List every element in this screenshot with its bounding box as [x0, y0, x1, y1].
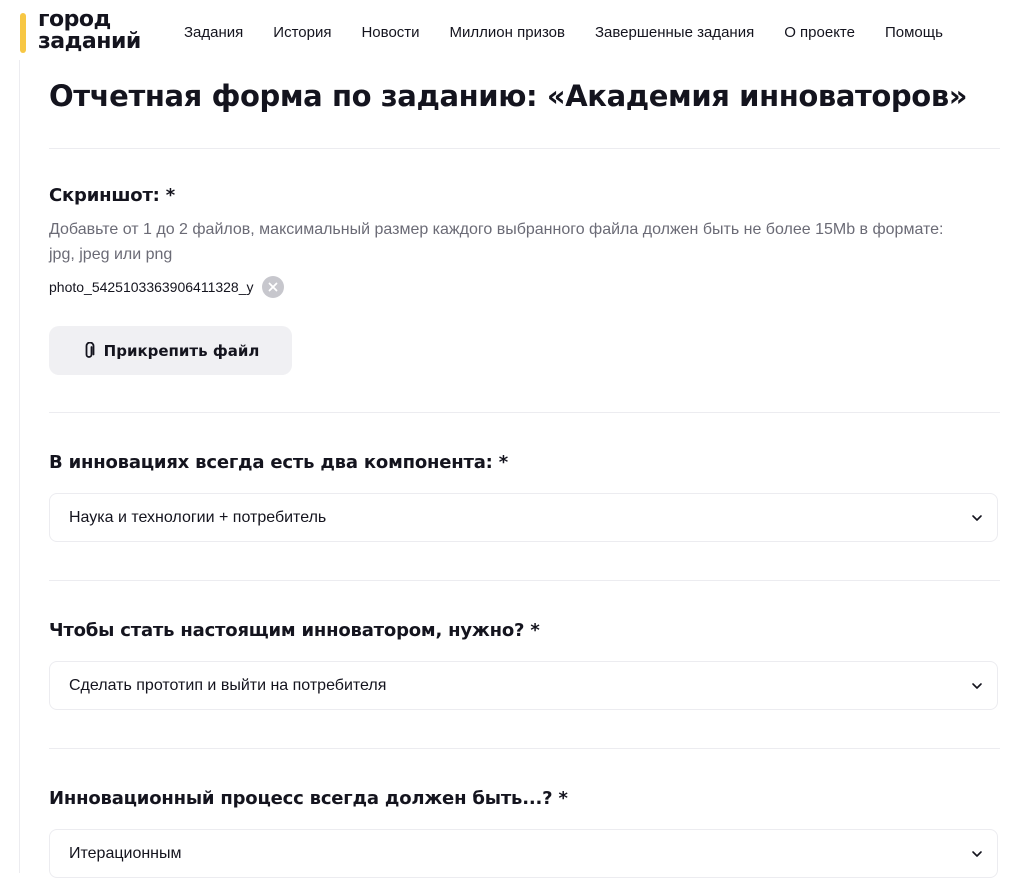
logo-line-2: заданий: [38, 29, 141, 54]
nav-item-history[interactable]: История: [273, 24, 331, 41]
attached-file: photo_5425103363906411328_y: [49, 276, 284, 298]
logo-line-1: город: [38, 7, 111, 32]
attach-file-label: Прикрепить файл: [103, 341, 260, 360]
question-2-select[interactable]: Сделать прототип и выйти на потребителя: [49, 661, 998, 710]
nav-item-help[interactable]: Помощь: [885, 24, 943, 41]
question-3-select[interactable]: Итерационным: [49, 829, 998, 878]
logo-accent-bar: [20, 13, 26, 53]
question-2-label: Чтобы стать настоящим инноватором, нужно…: [49, 620, 540, 641]
screenshot-label: Скриншот: *: [49, 185, 175, 206]
nav-item-tasks[interactable]: Задания: [184, 24, 243, 41]
logo[interactable]: город заданий: [20, 9, 141, 55]
screenshot-hint-line-1: Добавьте от 1 до 2 файлов, максимальный …: [49, 221, 944, 238]
paperclip-icon: [85, 341, 95, 358]
page-title: Отчетная форма по заданию: «Академия инн…: [49, 79, 968, 113]
main-nav: Задания История Новости Миллион призов З…: [184, 24, 973, 41]
divider: [49, 148, 1000, 149]
nav-item-completed-tasks[interactable]: Завершенные задания: [595, 24, 754, 41]
chevron-down-icon: [972, 682, 982, 689]
nav-item-about[interactable]: О проекте: [784, 24, 855, 41]
divider: [49, 748, 1000, 749]
close-icon: [268, 282, 277, 292]
nav-item-news[interactable]: Новости: [361, 24, 419, 41]
divider: [49, 412, 1000, 413]
chevron-down-icon: [972, 514, 982, 521]
attach-file-button[interactable]: Прикрепить файл: [49, 326, 292, 375]
question-3-value: Итерационным: [69, 844, 182, 862]
left-rule: [19, 60, 20, 873]
attached-file-name: photo_5425103363906411328_y: [49, 279, 254, 295]
screenshot-hint-line-2: jpg, jpeg или png: [49, 246, 173, 263]
question-1-label: В инновациях всегда есть два компонента:…: [49, 452, 508, 473]
site-header: город заданий Задания История Новости Ми…: [0, 0, 1029, 66]
question-1-value: Наука и технологии + потребитель: [69, 508, 327, 526]
nav-item-million-prizes[interactable]: Миллион призов: [450, 24, 565, 41]
question-3-label: Инновационный процесс всегда должен быть…: [49, 788, 568, 809]
question-1-select[interactable]: Наука и технологии + потребитель: [49, 493, 998, 542]
logo-text: город заданий: [38, 9, 141, 53]
chevron-down-icon: [972, 850, 982, 857]
screenshot-hint: Добавьте от 1 до 2 файлов, максимальный …: [49, 217, 1000, 267]
remove-file-button[interactable]: [261, 276, 284, 298]
question-2-value: Сделать прототип и выйти на потребителя: [69, 676, 387, 694]
report-form: Отчетная форма по заданию: «Академия инн…: [49, 66, 1000, 878]
divider: [49, 580, 1000, 581]
